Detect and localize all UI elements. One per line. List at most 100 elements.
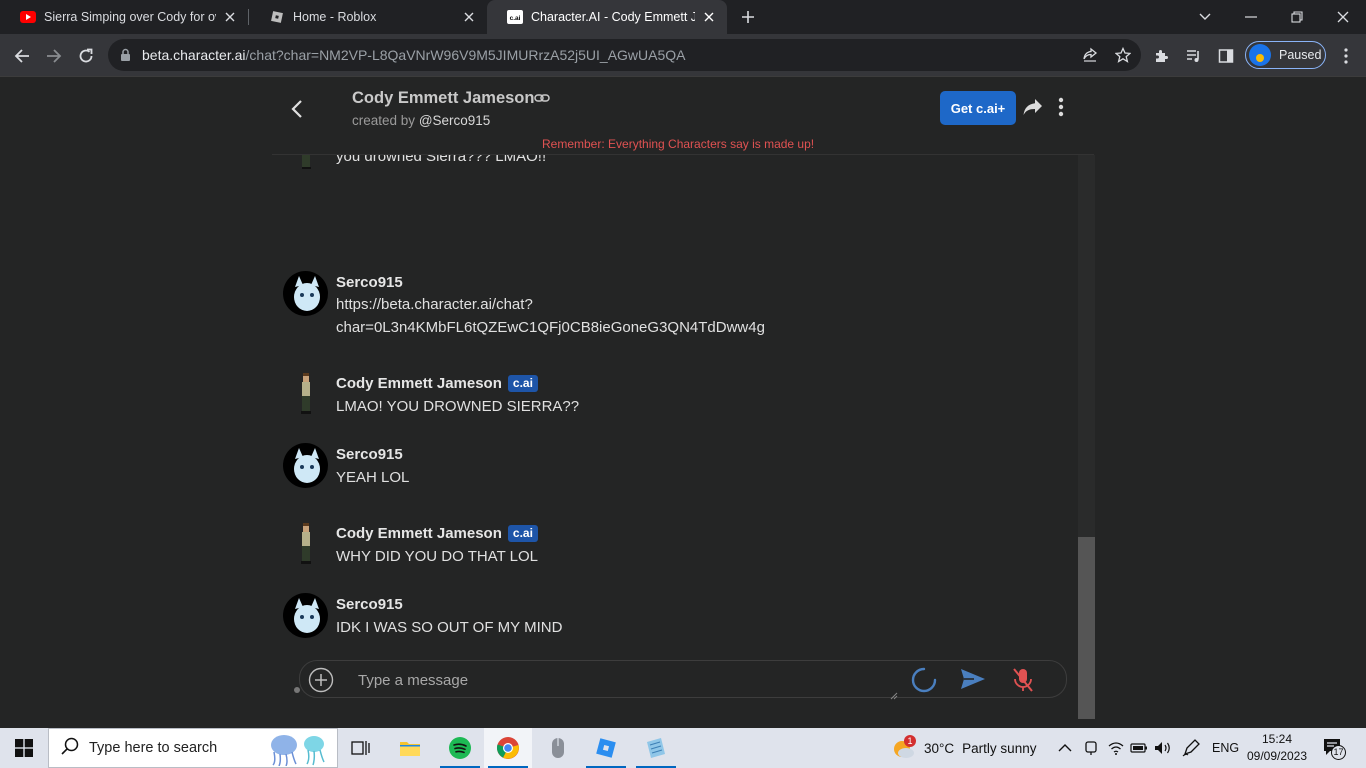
- windows-logo-icon: [15, 739, 33, 757]
- roblox-studio-icon: [596, 738, 616, 758]
- roblox-icon: [269, 9, 285, 25]
- message-input[interactable]: [358, 667, 898, 693]
- cody-avatar[interactable]: [283, 155, 328, 172]
- close-icon[interactable]: [461, 9, 477, 25]
- bookmark-star-icon[interactable]: [1114, 46, 1132, 64]
- creator-link[interactable]: @Serco915: [419, 113, 491, 128]
- user-avatar[interactable]: [283, 271, 328, 316]
- mic-muted-icon[interactable]: [1012, 667, 1034, 698]
- notepad-icon: [647, 738, 665, 758]
- forward-button[interactable]: [40, 42, 68, 70]
- tab-roblox[interactable]: Home - Roblox: [249, 0, 487, 34]
- file-explorer-button[interactable]: [386, 728, 434, 768]
- taskbar-search[interactable]: Type here to search: [48, 728, 338, 768]
- folder-icon: [400, 742, 420, 756]
- puzzle-icon: [1156, 50, 1168, 62]
- chevron-up-icon: [1058, 744, 1072, 752]
- side-panel-icon: [1218, 49, 1234, 63]
- media-control-button[interactable]: [1180, 42, 1208, 70]
- link-icon[interactable]: [534, 91, 550, 110]
- side-panel-button[interactable]: [1212, 42, 1240, 70]
- disclaimer-reminder: Remember: Everything Characters say is m…: [542, 137, 815, 151]
- chrome-button[interactable]: [484, 728, 532, 768]
- reload-button[interactable]: [72, 42, 100, 70]
- user-avatar[interactable]: [283, 593, 328, 638]
- tab-characterai[interactable]: c.ai Character.AI - Cody Emmett Jame: [487, 0, 727, 34]
- roblox-studio-button[interactable]: [582, 728, 630, 768]
- browser-menu-button[interactable]: [1332, 42, 1360, 70]
- browser-tab-strip: Sierra Simping over Cody for ove Home - …: [0, 0, 1366, 34]
- chat-back-button[interactable]: [286, 97, 310, 121]
- message-composer: [299, 660, 1067, 700]
- weather-alert-badge: 1: [904, 735, 916, 747]
- chat-options-icon[interactable]: [1058, 97, 1064, 122]
- windows-taskbar: Type here to search 1 30°C Partly sunny: [0, 728, 1366, 768]
- playlist-icon: [1187, 50, 1199, 62]
- new-tab-button[interactable]: [738, 7, 758, 27]
- mouse-app-button[interactable]: [534, 728, 582, 768]
- search-placeholder: Type here to search: [89, 740, 218, 756]
- close-icon[interactable]: [222, 9, 238, 25]
- loading-spinner-icon: [911, 667, 937, 698]
- get-cai-plus-button[interactable]: Get c.ai+: [940, 91, 1016, 125]
- chat-scrollbar[interactable]: [1078, 155, 1095, 719]
- send-icon[interactable]: [960, 668, 986, 695]
- profile-avatar: [1249, 44, 1271, 66]
- extensions-button[interactable]: [1148, 42, 1176, 70]
- message-author: Cody Emmett Jameson c.ai: [336, 525, 538, 542]
- share-page-icon[interactable]: [1081, 46, 1099, 64]
- address-bar[interactable]: beta.character.ai/chat?char=NM2VP-L8QaVN…: [108, 39, 1141, 71]
- show-hidden-icons-button[interactable]: [1058, 728, 1072, 768]
- add-circle-icon[interactable]: [308, 667, 334, 693]
- restore-icon: [1291, 11, 1303, 23]
- spotify-icon: [449, 737, 471, 759]
- meet-now-icon[interactable]: [1084, 728, 1098, 768]
- weather-sun-icon: 1: [890, 735, 916, 760]
- minimize-icon: [1245, 16, 1257, 18]
- lock-icon[interactable]: [120, 48, 131, 67]
- scrollbar-thumb[interactable]: [1078, 537, 1095, 719]
- share-icon[interactable]: [1022, 97, 1044, 122]
- minimize-button[interactable]: [1228, 0, 1274, 34]
- notes-app-button[interactable]: [632, 728, 680, 768]
- chevron-left-icon: [291, 100, 302, 118]
- clock-time: 15:24: [1261, 732, 1293, 746]
- tab-title: Character.AI - Cody Emmett Jame: [531, 10, 695, 24]
- kebab-menu-icon: [1344, 48, 1348, 64]
- spotify-button[interactable]: [436, 728, 484, 768]
- volume-icon[interactable]: [1154, 728, 1172, 768]
- tab-search-button[interactable]: [1182, 0, 1228, 34]
- message-text: YEAH LOL: [336, 469, 410, 486]
- plus-icon: [742, 11, 754, 23]
- message-text: WHY DID YOU DO THAT LOL: [336, 548, 538, 565]
- user-avatar[interactable]: [283, 443, 328, 488]
- message-text: LMAO! YOU DROWNED SIERRA??: [336, 398, 580, 415]
- character-name: Cody Emmett Jameson: [352, 89, 535, 107]
- back-button[interactable]: [8, 42, 36, 70]
- start-button[interactable]: [0, 728, 48, 768]
- close-window-button[interactable]: [1320, 0, 1366, 34]
- tab-title: Home - Roblox: [293, 10, 377, 24]
- tab-youtube[interactable]: Sierra Simping over Cody for ove: [0, 0, 248, 34]
- battery-icon[interactable]: [1130, 728, 1148, 768]
- profile-button[interactable]: Paused: [1245, 41, 1326, 69]
- chevron-down-icon: [1199, 13, 1211, 20]
- wifi-icon[interactable]: [1108, 728, 1124, 768]
- cody-avatar[interactable]: [283, 522, 328, 567]
- cody-avatar[interactable]: [283, 372, 328, 417]
- jellyfish-search-highlight-icon[interactable]: [264, 732, 336, 768]
- language-indicator[interactable]: ENG: [1212, 728, 1239, 768]
- chat-header: Cody Emmett Jameson created by @Serco915…: [272, 77, 1094, 154]
- restore-button[interactable]: [1274, 0, 1320, 34]
- message-text: IDK I WAS SO OUT OF MY MIND: [336, 619, 563, 636]
- close-icon[interactable]: [701, 9, 717, 25]
- resize-handle-icon[interactable]: [890, 687, 898, 705]
- system-clock[interactable]: 15:24 09/09/2023: [1244, 731, 1310, 765]
- weather-widget[interactable]: 1 30°C Partly sunny: [890, 728, 1036, 768]
- weather-description: Partly sunny: [962, 740, 1037, 756]
- pen-icon[interactable]: [1182, 728, 1200, 768]
- task-view-button[interactable]: [336, 728, 384, 768]
- notification-center-button[interactable]: 17: [1322, 736, 1346, 763]
- character-badge: c.ai: [507, 525, 538, 542]
- message-text: you drowned Sierra??? LMAO!!: [336, 155, 547, 165]
